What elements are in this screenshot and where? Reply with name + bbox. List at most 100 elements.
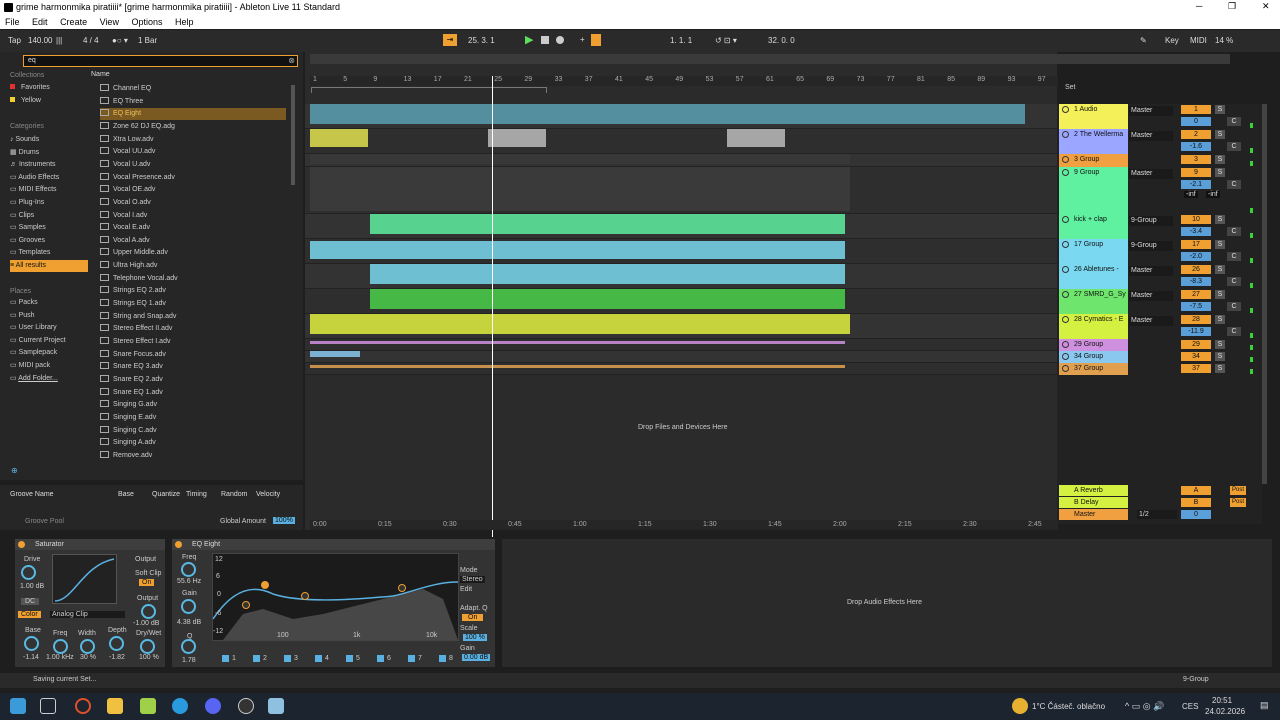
post-toggle[interactable]: Post: [1230, 486, 1246, 495]
edge-icon[interactable]: [172, 698, 188, 714]
track-activator[interactable]: 34: [1181, 352, 1211, 361]
loop-start-field[interactable]: 1. 1. 1: [670, 35, 692, 47]
eq-band-3-handle[interactable]: [301, 592, 309, 600]
track-activator[interactable]: 26: [1181, 265, 1211, 274]
volume-field[interactable]: -11.9: [1181, 327, 1211, 336]
track-activator[interactable]: 2: [1181, 130, 1211, 139]
arrangement-track-lane[interactable]: [305, 239, 1057, 264]
menu-help[interactable]: Help: [175, 17, 194, 27]
browser-scrollbar[interactable]: [291, 85, 295, 185]
browser-item[interactable]: Stereo Effect II.adv: [100, 323, 286, 335]
eq-band-toggle[interactable]: 1: [222, 655, 236, 662]
solo-button[interactable]: S: [1215, 315, 1225, 324]
eq-band-1-handle[interactable]: [242, 601, 250, 609]
device-power-icon[interactable]: [175, 541, 182, 548]
browser-item[interactable]: Strings EQ 1.adv: [100, 298, 286, 310]
record-mode-icon[interactable]: ●○ ▾: [112, 35, 128, 47]
category-plug-ins[interactable]: ▭ Plug-Ins: [10, 197, 44, 209]
device-power-icon[interactable]: [18, 541, 25, 548]
quantize-menu[interactable]: 1 Bar: [138, 35, 157, 47]
browser-item[interactable]: Singing C.adv: [100, 425, 286, 437]
eq-display[interactable]: 12 6 0 -6 -12 100 1k 10k: [212, 553, 459, 641]
depth-knob[interactable]: [109, 636, 124, 651]
ableton-live-active-icon[interactable]: [268, 698, 284, 714]
eq-q-knob[interactable]: [181, 639, 196, 654]
track-fold-icon[interactable]: [1062, 291, 1069, 298]
search-icon[interactable]: [75, 698, 91, 714]
browser-item[interactable]: Vocal OE.adv: [100, 184, 286, 196]
track-fold-icon[interactable]: [1062, 156, 1069, 163]
groove-col-random[interactable]: Random: [221, 491, 247, 498]
arrangement-track-lane[interactable]: [305, 167, 1057, 214]
browser-item[interactable]: Ultra High.adv: [100, 260, 286, 272]
place-current-project[interactable]: ▭ Current Project: [10, 335, 66, 347]
loop-switch-icon[interactable]: ↺ ⊡ ▾: [715, 35, 737, 47]
browser-item[interactable]: Channel EQ: [100, 83, 286, 95]
eq-stereo-select[interactable]: Stereo: [460, 576, 485, 583]
place-push[interactable]: ▭ Push: [10, 310, 35, 322]
loop-length-field[interactable]: 32. 0. 0: [768, 35, 795, 47]
track-fold-icon[interactable]: [1062, 316, 1069, 323]
clear-search-icon[interactable]: ⊗: [288, 56, 295, 65]
track-activator[interactable]: 3: [1181, 155, 1211, 164]
solo-button[interactable]: S: [1215, 290, 1225, 299]
time-ruler[interactable]: 0:00 0:15 0:30 0:45 1:00 1:15 1:30 1:45 2:00 2:15…: [310, 520, 1058, 530]
menu-options[interactable]: Options: [131, 17, 162, 27]
arrangement-clip[interactable]: [727, 129, 785, 147]
eq-band-4-handle[interactable]: [398, 584, 406, 592]
arrangement-track-lane[interactable]: [305, 351, 1057, 363]
arrangement-track-lane[interactable]: [305, 154, 1057, 167]
category-all-results[interactable]: ≡ All results: [10, 260, 88, 272]
tray-icons[interactable]: ^ ▭ ◎ 🔊: [1125, 701, 1164, 712]
menu-view[interactable]: View: [100, 17, 119, 27]
browser-item[interactable]: Vocal A.adv: [100, 235, 286, 247]
track-fold-icon[interactable]: [1062, 266, 1069, 273]
track-header[interactable]: 37 Group: [1059, 363, 1128, 375]
eq-scale-value[interactable]: 100 %: [463, 634, 487, 641]
track-activator[interactable]: 1: [1181, 105, 1211, 114]
browser-item[interactable]: Snare EQ 3.adv: [100, 361, 286, 373]
task-view-icon[interactable]: [40, 698, 56, 714]
output-routing-select[interactable]: Master: [1129, 291, 1173, 301]
track-activator[interactable]: 27: [1181, 290, 1211, 299]
solo-button[interactable]: S: [1215, 105, 1225, 114]
record-icon[interactable]: [556, 36, 564, 44]
category-templates[interactable]: ▭ Templates: [10, 247, 50, 259]
groove-col-base[interactable]: Base: [118, 491, 134, 498]
return-track-header[interactable]: Master: [1059, 509, 1128, 520]
key-map-button[interactable]: Key: [1165, 35, 1179, 47]
browser-item[interactable]: Vocal U.adv: [100, 159, 286, 171]
clock-date[interactable]: 24.02.2026: [1205, 707, 1245, 716]
browser-item[interactable]: Telephone Vocal.adv: [100, 273, 286, 285]
browser-item[interactable]: Singing E.adv: [100, 412, 286, 424]
output-routing-select[interactable]: Master: [1129, 131, 1173, 141]
stop-icon[interactable]: [541, 36, 549, 44]
browser-item[interactable]: Snare Focus.adv: [100, 349, 286, 361]
preview-icon[interactable]: ⊕: [11, 466, 18, 475]
arrangement-clip[interactable]: [310, 154, 850, 164]
dc-button[interactable]: DC: [21, 598, 40, 605]
pan-field[interactable]: C: [1227, 252, 1241, 261]
metronome-icon[interactable]: |||: [56, 35, 62, 47]
browser-item[interactable]: Singing A.adv: [100, 437, 286, 449]
collection-favorites[interactable]: Favorites: [10, 82, 50, 94]
track-header[interactable]: 27 SMRD_G_Sy: [1059, 289, 1128, 314]
eq-band-toggle[interactable]: 5: [346, 655, 360, 662]
volume-field[interactable]: -2.0: [1181, 252, 1211, 261]
language-indicator[interactable]: CES: [1182, 702, 1198, 711]
eq-band-toggle[interactable]: 3: [284, 655, 298, 662]
output-routing-select[interactable]: Master: [1129, 106, 1173, 116]
drywet-knob[interactable]: [140, 639, 155, 654]
track-fold-icon[interactable]: [1062, 241, 1069, 248]
track-fold-icon[interactable]: [1062, 353, 1069, 360]
arrangement-clip[interactable]: [370, 264, 845, 284]
volume-field[interactable]: -1.6: [1181, 142, 1211, 151]
menu-file[interactable]: File: [5, 17, 20, 27]
track-activator[interactable]: 17: [1181, 240, 1211, 249]
category-clips[interactable]: ▭ Clips: [10, 210, 34, 222]
solo-button[interactable]: S: [1215, 352, 1225, 361]
eq-edit-label[interactable]: Edit: [460, 586, 472, 593]
browser-item[interactable]: Snare EQ 2.adv: [100, 374, 286, 386]
browser-item[interactable]: Remove.adv: [100, 450, 286, 462]
groove-col-quantize[interactable]: Quantize: [152, 491, 180, 498]
